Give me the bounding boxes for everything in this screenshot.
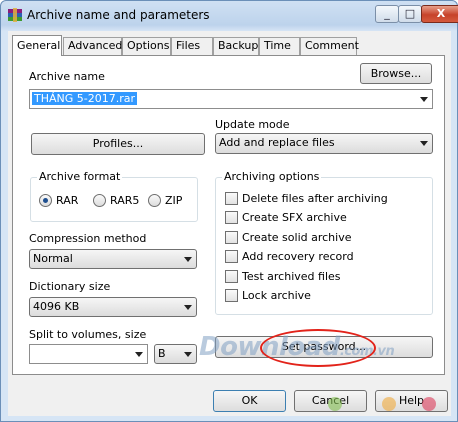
create-sfx-label[interactable]: Create SFX archive: [242, 211, 347, 224]
chevron-down-icon[interactable]: [135, 352, 143, 357]
test-archived-label[interactable]: Test archived files: [242, 270, 341, 283]
radio-zip-label[interactable]: ZIP: [165, 194, 182, 207]
tab-general[interactable]: General: [12, 35, 62, 56]
ok-button[interactable]: OK: [213, 390, 286, 412]
lock-archive-label[interactable]: Lock archive: [242, 289, 311, 302]
split-unit-value: B: [158, 347, 166, 360]
chevron-down-icon: [184, 352, 192, 357]
split-unit-dropdown[interactable]: B: [154, 344, 197, 364]
radio-rar5[interactable]: [93, 194, 106, 207]
archive-format-group: Archive format RAR RAR5 ZIP: [30, 170, 198, 222]
highlight-circle-annotation: [260, 329, 376, 367]
window-title: Archive name and parameters: [27, 8, 210, 22]
watermark-dot-green: [328, 397, 342, 411]
checkbox-lock-archive[interactable]: [225, 289, 238, 302]
tab-files[interactable]: Files: [171, 37, 213, 55]
update-mode-label: Update mode: [215, 118, 290, 131]
chevron-down-icon: [420, 141, 428, 146]
archive-name-field[interactable]: THÁNG 5-2017.rar: [29, 89, 433, 109]
checkbox-delete-files[interactable]: [225, 192, 238, 205]
checkbox-recovery-record[interactable]: [225, 250, 238, 263]
watermark-dot-orange: [382, 397, 396, 411]
checkbox-create-solid[interactable]: [225, 231, 238, 244]
tab-time[interactable]: Time: [259, 37, 300, 55]
archive-name-label: Archive name: [29, 70, 105, 83]
minimize-button[interactable]: _: [375, 5, 399, 23]
dictionary-size-label: Dictionary size: [29, 280, 111, 293]
delete-files-label[interactable]: Delete files after archiving: [242, 192, 388, 205]
title-bar[interactable]: Archive name and parameters _ □ X: [1, 1, 458, 31]
maximize-icon: □: [404, 7, 416, 20]
radio-rar-label[interactable]: RAR: [56, 194, 78, 207]
checkbox-test-archived[interactable]: [225, 270, 238, 283]
profiles-button[interactable]: Profiles...: [31, 133, 205, 155]
chevron-down-icon: [184, 305, 192, 310]
radio-zip[interactable]: [148, 194, 161, 207]
chevron-down-icon[interactable]: [420, 97, 428, 102]
close-button[interactable]: X: [421, 5, 458, 23]
general-tab-panel: Archive name Browse... THÁNG 5-2017.rar …: [12, 55, 445, 375]
update-mode-value: Add and replace files: [219, 136, 335, 149]
tab-options[interactable]: Options: [122, 37, 171, 55]
archive-format-title: Archive format: [37, 170, 123, 183]
minimize-icon: _: [384, 7, 390, 20]
split-volumes-label: Split to volumes, size: [29, 328, 147, 341]
watermark-dot-red: [422, 397, 436, 411]
compression-method-value: Normal: [33, 252, 73, 265]
radio-rar[interactable]: [39, 194, 52, 207]
close-icon: X: [436, 7, 446, 20]
create-solid-label[interactable]: Create solid archive: [242, 231, 351, 244]
checkbox-create-sfx[interactable]: [225, 211, 238, 224]
tab-comment[interactable]: Comment: [300, 37, 359, 55]
chevron-down-icon: [184, 257, 192, 262]
dictionary-size-dropdown[interactable]: 4096 KB: [29, 297, 197, 317]
dictionary-size-value: 4096 KB: [33, 300, 80, 313]
archiving-options-title: Archiving options: [222, 170, 322, 183]
maximize-button[interactable]: □: [398, 5, 422, 23]
winrar-app-icon: [7, 7, 23, 23]
dialog-window: Archive name and parameters _ □ X Genera…: [0, 0, 458, 422]
browse-button[interactable]: Browse...: [360, 63, 432, 84]
split-volumes-input[interactable]: [29, 344, 148, 364]
update-mode-dropdown[interactable]: Add and replace files: [215, 133, 433, 154]
radio-rar5-label[interactable]: RAR5: [110, 194, 139, 207]
tab-advanced[interactable]: Advanced: [63, 37, 122, 55]
recovery-record-label[interactable]: Add recovery record: [242, 250, 354, 263]
archive-name-value: THÁNG 5-2017.rar: [32, 92, 138, 105]
compression-method-label: Compression method: [29, 232, 147, 245]
archiving-options-group: Archiving options Delete files after arc…: [215, 170, 433, 315]
compression-method-dropdown[interactable]: Normal: [29, 249, 197, 269]
tab-backup[interactable]: Backup: [213, 37, 259, 55]
